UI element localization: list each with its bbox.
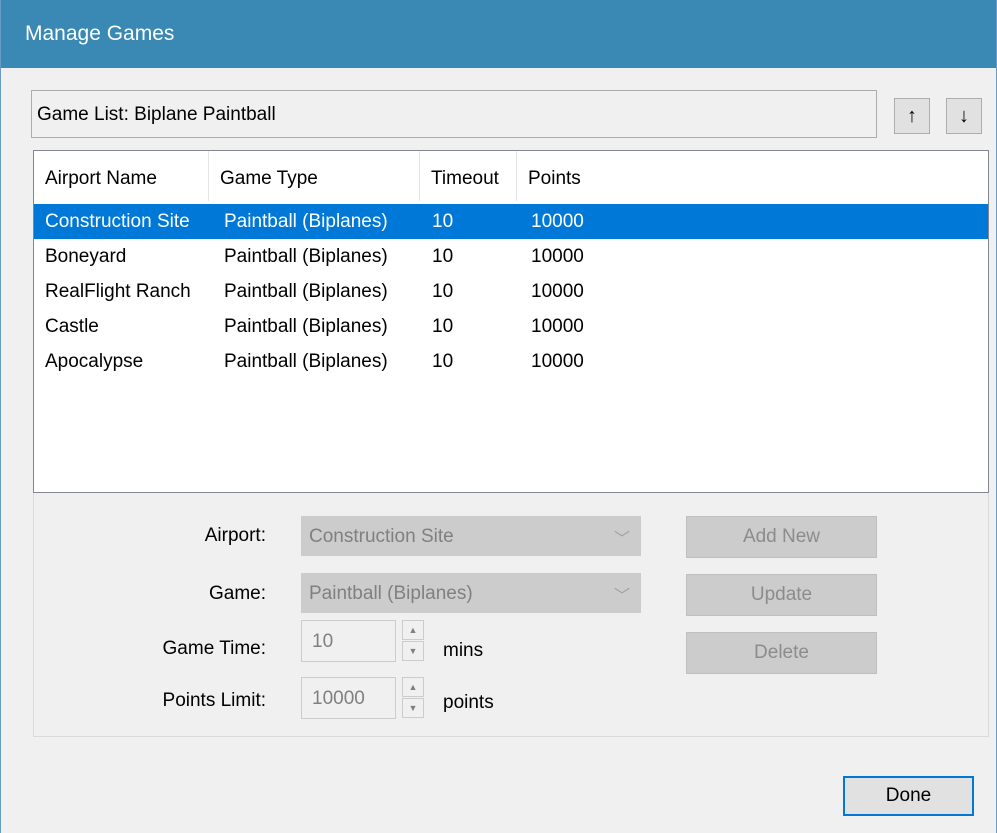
- column-header-game-type[interactable]: Game Type: [209, 151, 420, 201]
- game-list-label: Game List: Biplane Paintball: [37, 104, 276, 125]
- window-title: Manage Games: [25, 22, 175, 45]
- spin-up-icon[interactable]: ▲: [402, 620, 424, 640]
- column-header-points[interactable]: Points: [517, 151, 637, 201]
- cell-timeout: 10: [432, 246, 454, 267]
- column-header-airport-name[interactable]: Airport Name: [34, 151, 209, 201]
- title-bar[interactable]: Manage Games: [1, 0, 996, 68]
- cell-game-type: Paintball (Biplanes): [224, 211, 388, 232]
- game-list-header: Game List: Biplane Paintball: [31, 90, 877, 138]
- game-select-value: Paintball (Biplanes): [309, 583, 473, 604]
- airport-select-value: Construction Site: [309, 526, 454, 547]
- points-limit-value: 10000: [312, 688, 365, 709]
- games-table[interactable]: Airport Name Game Type Timeout Points Co…: [33, 150, 989, 493]
- game-select[interactable]: Paintball (Biplanes) ﹀: [301, 573, 641, 613]
- game-time-value: 10: [312, 631, 334, 652]
- cell-points: 10000: [531, 246, 584, 267]
- game-time-input[interactable]: 10: [301, 620, 396, 662]
- cell-airport-name: RealFlight Ranch: [45, 281, 191, 302]
- cell-airport-name: Boneyard: [45, 246, 127, 267]
- points-limit-unit: points: [443, 692, 494, 713]
- cell-points: 10000: [531, 281, 584, 302]
- cell-points: 10000: [531, 351, 584, 372]
- table-body: Construction Site Paintball (Biplanes) 10 1…: [34, 204, 988, 379]
- cell-airport-name: Construction Site: [45, 211, 190, 232]
- cell-timeout: 10: [432, 316, 454, 337]
- spin-up-icon[interactable]: ▲: [402, 677, 424, 697]
- table-row[interactable]: Apocalypse Paintball (Biplanes) 10 10000: [34, 344, 988, 379]
- delete-button[interactable]: Delete: [686, 632, 877, 674]
- cell-points: 10000: [531, 211, 584, 232]
- airport-label: Airport:: [204, 525, 266, 546]
- manage-games-dialog: Manage Games Game List: Biplane Paintbal…: [0, 0, 997, 833]
- points-limit-input[interactable]: 10000: [301, 677, 396, 719]
- points-limit-label: Points Limit:: [162, 690, 266, 711]
- move-down-button[interactable]: ↓: [946, 98, 982, 134]
- add-new-button[interactable]: Add New: [686, 516, 877, 558]
- arrow-up-icon: ↑: [907, 104, 917, 127]
- move-up-button[interactable]: ↑: [894, 98, 930, 134]
- game-time-label: Game Time:: [162, 638, 266, 659]
- table-row[interactable]: Boneyard Paintball (Biplanes) 10 10000: [34, 239, 988, 274]
- cell-game-type: Paintball (Biplanes): [224, 281, 388, 302]
- cell-game-type: Paintball (Biplanes): [224, 246, 388, 267]
- game-time-stepper: ▲ ▼: [402, 620, 424, 662]
- chevron-down-icon: ﹀: [613, 531, 630, 548]
- game-time-unit: mins: [443, 640, 484, 661]
- cell-timeout: 10: [432, 351, 454, 372]
- table-row[interactable]: Construction Site Paintball (Biplanes) 10 1…: [34, 204, 988, 239]
- airport-select[interactable]: Construction Site ﹀: [301, 516, 641, 556]
- table-row[interactable]: RealFlight Ranch Paintball (Biplanes) 10 10…: [34, 274, 988, 309]
- spin-down-icon[interactable]: ▼: [402, 698, 424, 718]
- cell-airport-name: Castle: [45, 316, 99, 337]
- spin-down-icon[interactable]: ▼: [402, 641, 424, 661]
- column-header-timeout[interactable]: Timeout: [420, 151, 517, 201]
- done-button[interactable]: Done: [843, 776, 974, 816]
- update-button[interactable]: Update: [686, 574, 877, 616]
- game-label: Game:: [208, 583, 266, 604]
- cell-points: 10000: [531, 316, 584, 337]
- arrow-down-icon: ↓: [959, 104, 969, 127]
- cell-game-type: Paintball (Biplanes): [224, 351, 388, 372]
- cell-timeout: 10: [432, 281, 454, 302]
- table-row[interactable]: Castle Paintball (Biplanes) 10 10000: [34, 309, 988, 344]
- cell-timeout: 10: [432, 211, 454, 232]
- cell-game-type: Paintball (Biplanes): [224, 316, 388, 337]
- cell-airport-name: Apocalypse: [45, 351, 144, 372]
- table-header: Airport Name Game Type Timeout Points: [34, 151, 988, 201]
- chevron-down-icon: ﹀: [613, 588, 630, 605]
- points-limit-stepper: ▲ ▼: [402, 677, 424, 719]
